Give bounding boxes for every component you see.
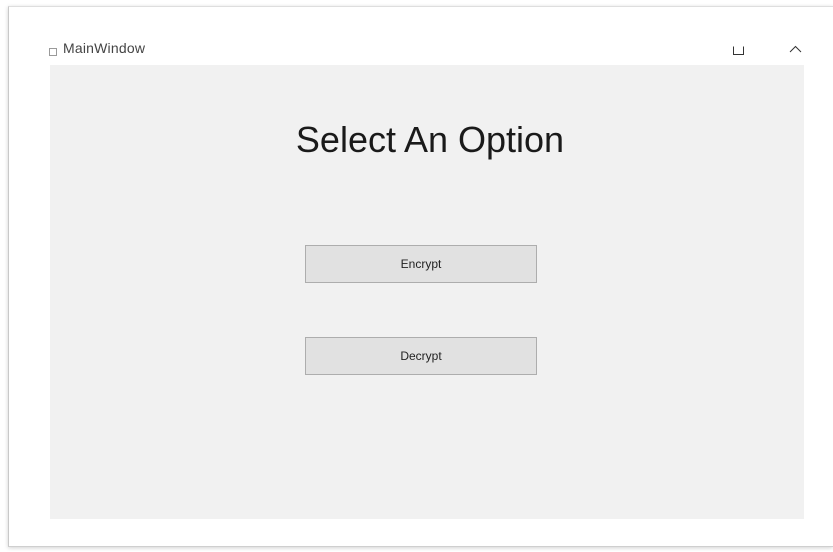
client-area: Select An Option Encrypt Decrypt [50,65,804,519]
page-title: Select An Option [295,119,565,160]
window-frame: MainWindow Select An Option Encrypt Decr… [8,6,833,547]
encrypt-button[interactable]: Encrypt [305,245,537,283]
chevron-up-icon[interactable] [789,45,802,53]
maximize-icon[interactable] [733,46,744,55]
titlebar: MainWindow [9,7,833,65]
window-title: MainWindow [63,40,146,56]
app-icon [49,48,57,56]
decrypt-button[interactable]: Decrypt [305,337,537,375]
